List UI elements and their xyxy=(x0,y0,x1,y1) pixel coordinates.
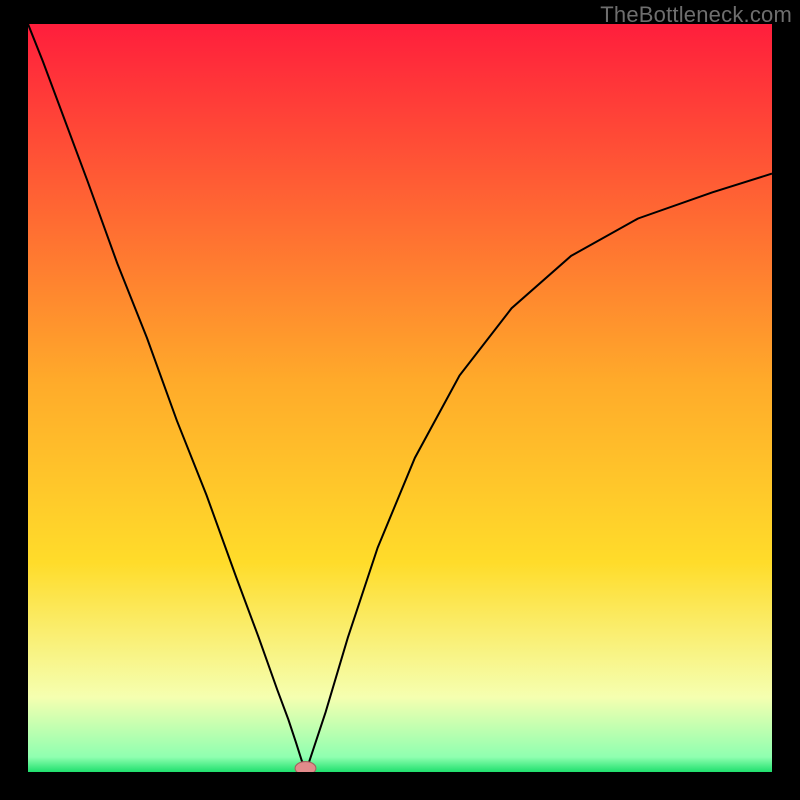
watermark-text: TheBottleneck.com xyxy=(600,2,792,28)
gradient-background xyxy=(28,24,772,772)
chart-frame: TheBottleneck.com xyxy=(0,0,800,800)
optimal-point-marker xyxy=(295,762,316,772)
chart-svg xyxy=(28,24,772,772)
plot-area xyxy=(28,24,772,772)
